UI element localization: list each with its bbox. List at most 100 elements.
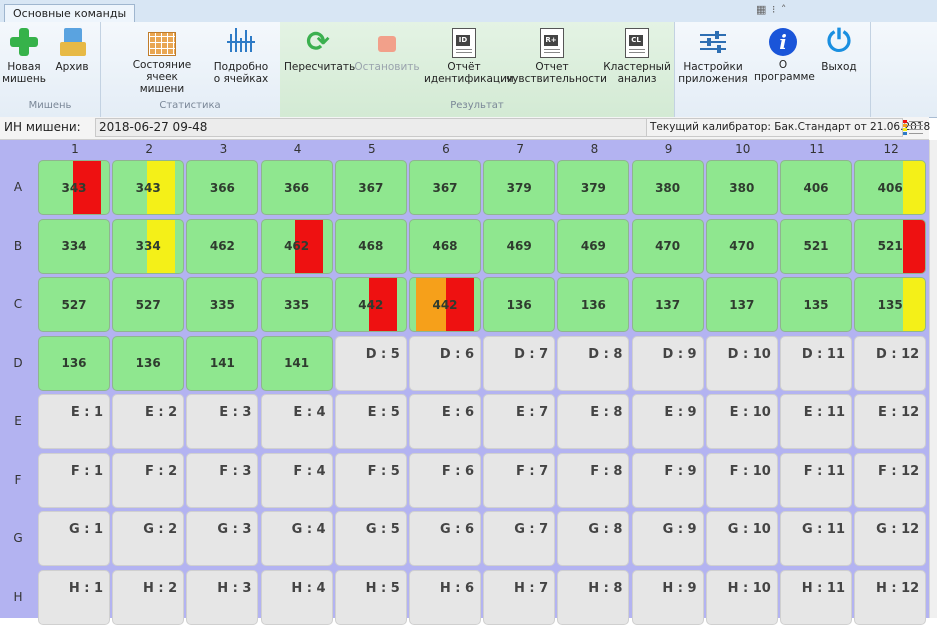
stop-button[interactable]: Остановить [354, 26, 420, 73]
legend-icon[interactable] [903, 119, 925, 135]
well-G10[interactable]: G : 10 [705, 511, 778, 566]
well-B2[interactable]: 334 [112, 218, 185, 274]
well-H10[interactable]: H : 10 [705, 569, 778, 625]
well-G4[interactable]: G : 4 [260, 511, 333, 566]
well-D9[interactable]: D : 9 [631, 335, 704, 391]
well-H11[interactable]: H : 11 [780, 569, 852, 625]
well-E1[interactable]: E : 1 [38, 394, 110, 449]
well-D3[interactable]: 141 [186, 335, 259, 391]
well-A4[interactable]: 366 [260, 160, 333, 215]
well-C2[interactable]: 527 [112, 277, 185, 332]
well-C11[interactable]: 135 [780, 277, 852, 332]
well-G2[interactable]: G : 2 [112, 511, 185, 566]
well-H9[interactable]: H : 9 [631, 569, 704, 625]
well-C8[interactable]: 136 [557, 277, 630, 332]
well-E4[interactable]: E : 4 [260, 394, 333, 449]
archive-button[interactable]: Архив [50, 26, 94, 73]
well-B11[interactable]: 521 [780, 218, 852, 274]
well-E11[interactable]: E : 11 [780, 394, 852, 449]
id-report-button[interactable]: ID Отчёт идентификации [424, 26, 514, 85]
well-F6[interactable]: F : 6 [409, 452, 481, 508]
well-D10[interactable]: D : 10 [705, 335, 778, 391]
well-C1[interactable]: 527 [38, 277, 110, 332]
well-C9[interactable]: 137 [631, 277, 704, 332]
well-A7[interactable]: 379 [483, 160, 556, 215]
well-A2[interactable]: 343 [112, 160, 185, 215]
well-F9[interactable]: F : 9 [631, 452, 704, 508]
well-D11[interactable]: D : 11 [780, 335, 852, 391]
well-D1[interactable]: 136 [38, 335, 110, 391]
about-button[interactable]: i О программе [754, 26, 815, 83]
ribbon-window-controls[interactable]: ▦ ⁝ ˄ [756, 3, 787, 16]
well-H12[interactable]: H : 12 [854, 569, 927, 625]
well-B4[interactable]: 462 [260, 218, 333, 274]
well-A3[interactable]: 366 [186, 160, 259, 215]
well-D8[interactable]: D : 8 [557, 335, 630, 391]
well-H2[interactable]: H : 2 [112, 569, 185, 625]
well-E9[interactable]: E : 9 [631, 394, 704, 449]
well-A9[interactable]: 380 [631, 160, 704, 215]
well-D5[interactable]: D : 5 [334, 335, 407, 391]
well-G11[interactable]: G : 11 [780, 511, 852, 566]
well-C7[interactable]: 136 [483, 277, 556, 332]
vertical-scrollbar[interactable] [929, 140, 937, 618]
target-id-field[interactable]: 2018-06-27 09-48 [95, 118, 650, 137]
well-F4[interactable]: F : 4 [260, 452, 333, 508]
well-B9[interactable]: 470 [631, 218, 704, 274]
well-A8[interactable]: 379 [557, 160, 630, 215]
well-A10[interactable]: 380 [705, 160, 778, 215]
well-F7[interactable]: F : 7 [483, 452, 556, 508]
well-H5[interactable]: H : 5 [334, 569, 407, 625]
well-B3[interactable]: 462 [186, 218, 259, 274]
well-A11[interactable]: 406 [780, 160, 852, 215]
well-D12[interactable]: D : 12 [854, 335, 927, 391]
well-H8[interactable]: H : 8 [557, 569, 630, 625]
well-G9[interactable]: G : 9 [631, 511, 704, 566]
well-G3[interactable]: G : 3 [186, 511, 259, 566]
cell-state-button[interactable]: Состояние ячеек мишени [116, 26, 208, 95]
well-H1[interactable]: H : 1 [38, 569, 110, 625]
well-F2[interactable]: F : 2 [112, 452, 185, 508]
well-C6[interactable]: 442 [409, 277, 481, 332]
well-G1[interactable]: G : 1 [38, 511, 110, 566]
well-D6[interactable]: D : 6 [409, 335, 481, 391]
well-B6[interactable]: 468 [409, 218, 481, 274]
well-E3[interactable]: E : 3 [186, 394, 259, 449]
well-F8[interactable]: F : 8 [557, 452, 630, 508]
well-E8[interactable]: E : 8 [557, 394, 630, 449]
well-D7[interactable]: D : 7 [483, 335, 556, 391]
well-A12[interactable]: 406 [854, 160, 927, 215]
well-F12[interactable]: F : 12 [854, 452, 927, 508]
well-C5[interactable]: 442 [334, 277, 407, 332]
app-settings-button[interactable]: Настройки приложения [678, 26, 748, 85]
well-F11[interactable]: F : 11 [780, 452, 852, 508]
well-D2[interactable]: 136 [112, 335, 185, 391]
well-B5[interactable]: 468 [334, 218, 407, 274]
well-B10[interactable]: 470 [705, 218, 778, 274]
cluster-analysis-button[interactable]: CL Кластерный анализ [602, 26, 672, 85]
well-G12[interactable]: G : 12 [854, 511, 927, 566]
well-H6[interactable]: H : 6 [409, 569, 481, 625]
recalculate-button[interactable]: ⟳ Пересчитать [284, 26, 355, 74]
well-E10[interactable]: E : 10 [705, 394, 778, 449]
well-G6[interactable]: G : 6 [409, 511, 481, 566]
well-E6[interactable]: E : 6 [409, 394, 481, 449]
well-G5[interactable]: G : 5 [334, 511, 407, 566]
well-C12[interactable]: 135 [854, 277, 927, 332]
well-H3[interactable]: H : 3 [186, 569, 259, 625]
well-H4[interactable]: H : 4 [260, 569, 333, 625]
exit-button[interactable]: ⏻ Выход [814, 26, 864, 74]
tab-main-commands[interactable]: Основные команды [4, 4, 136, 23]
well-G7[interactable]: G : 7 [483, 511, 556, 566]
well-B7[interactable]: 469 [483, 218, 556, 274]
well-D4[interactable]: 141 [260, 335, 333, 391]
well-E5[interactable]: E : 5 [334, 394, 407, 449]
well-C3[interactable]: 335 [186, 277, 259, 332]
well-B1[interactable]: 334 [38, 218, 110, 274]
well-F1[interactable]: F : 1 [38, 452, 110, 508]
well-B12[interactable]: 521 [854, 218, 927, 274]
well-E7[interactable]: E : 7 [483, 394, 556, 449]
well-E2[interactable]: E : 2 [112, 394, 185, 449]
well-B8[interactable]: 469 [557, 218, 630, 274]
cell-details-button[interactable]: Подробно о ячейках [212, 26, 270, 85]
